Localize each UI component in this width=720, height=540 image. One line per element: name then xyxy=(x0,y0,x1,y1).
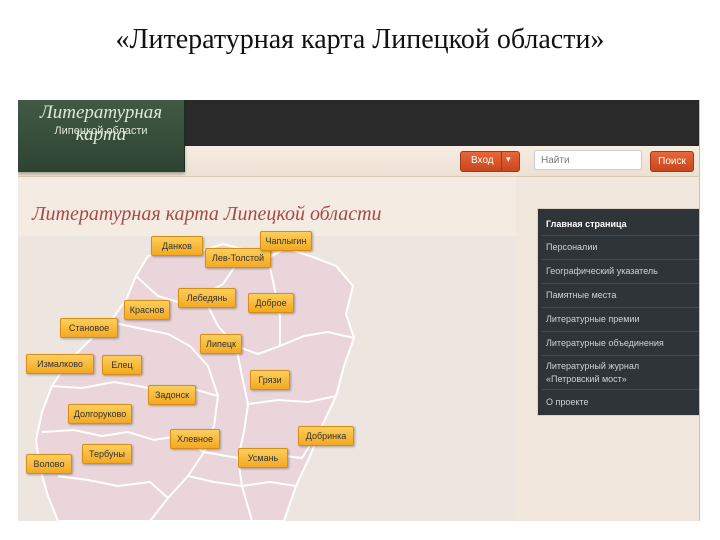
logo-title: Литературная карта xyxy=(39,102,163,145)
logo-subtitle: Липецкой области xyxy=(54,125,148,137)
sidebar-item-label: Литературные объединения xyxy=(546,338,664,348)
sidebar-item-label-line2: «Петровский мост» xyxy=(546,374,627,384)
town-izmalkovo[interactable]: Измалково xyxy=(26,354,94,374)
search-button[interactable]: Поиск xyxy=(650,151,694,172)
town-gryazi[interactable]: Грязи xyxy=(250,370,290,390)
sidebar-item-label: Персоналии xyxy=(546,242,598,252)
town-dobrinka[interactable]: Добринка xyxy=(298,426,354,446)
sidebar-menu: Главная страница Персоналии Географическ… xyxy=(537,208,700,416)
login-divider xyxy=(501,152,502,171)
town-khlevnoe[interactable]: Хлевное xyxy=(170,429,220,449)
town-usman[interactable]: Усмань xyxy=(238,448,288,468)
sidebar-item-persons[interactable]: Персоналии xyxy=(542,236,700,260)
town-volovo[interactable]: Воловo xyxy=(26,454,72,474)
login-button[interactable]: Вход ▾ xyxy=(460,151,520,172)
town-danko[interactable]: Данков xyxy=(151,236,203,256)
town-dobroe[interactable]: Доброе xyxy=(248,293,294,313)
sidebar-item-label: Главная страница xyxy=(546,219,627,229)
sidebar-item-label: Памятные места xyxy=(546,290,617,300)
town-lev-tolstoy[interactable]: Лев-Толстой xyxy=(205,248,271,268)
sidebar-item-geo-index[interactable]: Географический указатель xyxy=(542,260,700,284)
town-lipetsk[interactable]: Липецк xyxy=(200,334,242,354)
region-map[interactable]: Данков Лев-Толстой Чаплыгин Лебедянь Доб… xyxy=(18,231,516,521)
town-zadonsk[interactable]: Задонск xyxy=(148,385,196,405)
sidebar-item-prizes[interactable]: Литературные премии xyxy=(542,308,700,332)
main-content: Литературная карта Липецкой области Данк… xyxy=(18,177,516,521)
website-screenshot: Литературная карта Липецкой области Вход… xyxy=(18,100,700,521)
screenshot-edge xyxy=(699,100,700,521)
town-stanovoe[interactable]: Становое xyxy=(60,318,118,338)
sidebar-item-about[interactable]: О проекте xyxy=(542,391,700,413)
sidebar-item-journal[interactable]: Литературный журнал «Петровский мост» xyxy=(542,356,700,390)
town-krasnoe[interactable]: Краснов xyxy=(124,300,170,320)
login-label: Вход xyxy=(471,155,494,166)
sidebar-item-label: Географический указатель xyxy=(546,266,658,276)
sidebar-item-label: Литературные премии xyxy=(546,314,640,324)
sidebar-item-memorials[interactable]: Памятные места xyxy=(542,284,700,308)
slide-title: «Литературная карта Липецкой области» xyxy=(115,24,605,55)
page-title: Литературная карта Липецкой области xyxy=(32,203,382,225)
site-logo[interactable]: Литературная карта Липецкой области xyxy=(18,100,185,172)
town-terbuny[interactable]: Тербуны xyxy=(82,444,132,464)
search-input[interactable]: Найти xyxy=(534,150,642,170)
town-dolgorukovo[interactable]: Долгоруково xyxy=(68,404,132,424)
town-lebedyan[interactable]: Лебедянь xyxy=(178,288,236,308)
sidebar-item-home[interactable]: Главная страница xyxy=(542,213,700,236)
town-chaplygin[interactable]: Чаплыгин xyxy=(260,231,312,251)
sidebar-item-associations[interactable]: Литературные объединения xyxy=(542,332,700,356)
chevron-down-icon[interactable]: ▾ xyxy=(506,154,511,165)
sidebar-item-label: О проекте xyxy=(546,397,589,407)
sidebar-item-label: Литературный журнал xyxy=(546,361,640,371)
town-elets[interactable]: Елец xyxy=(102,355,142,375)
